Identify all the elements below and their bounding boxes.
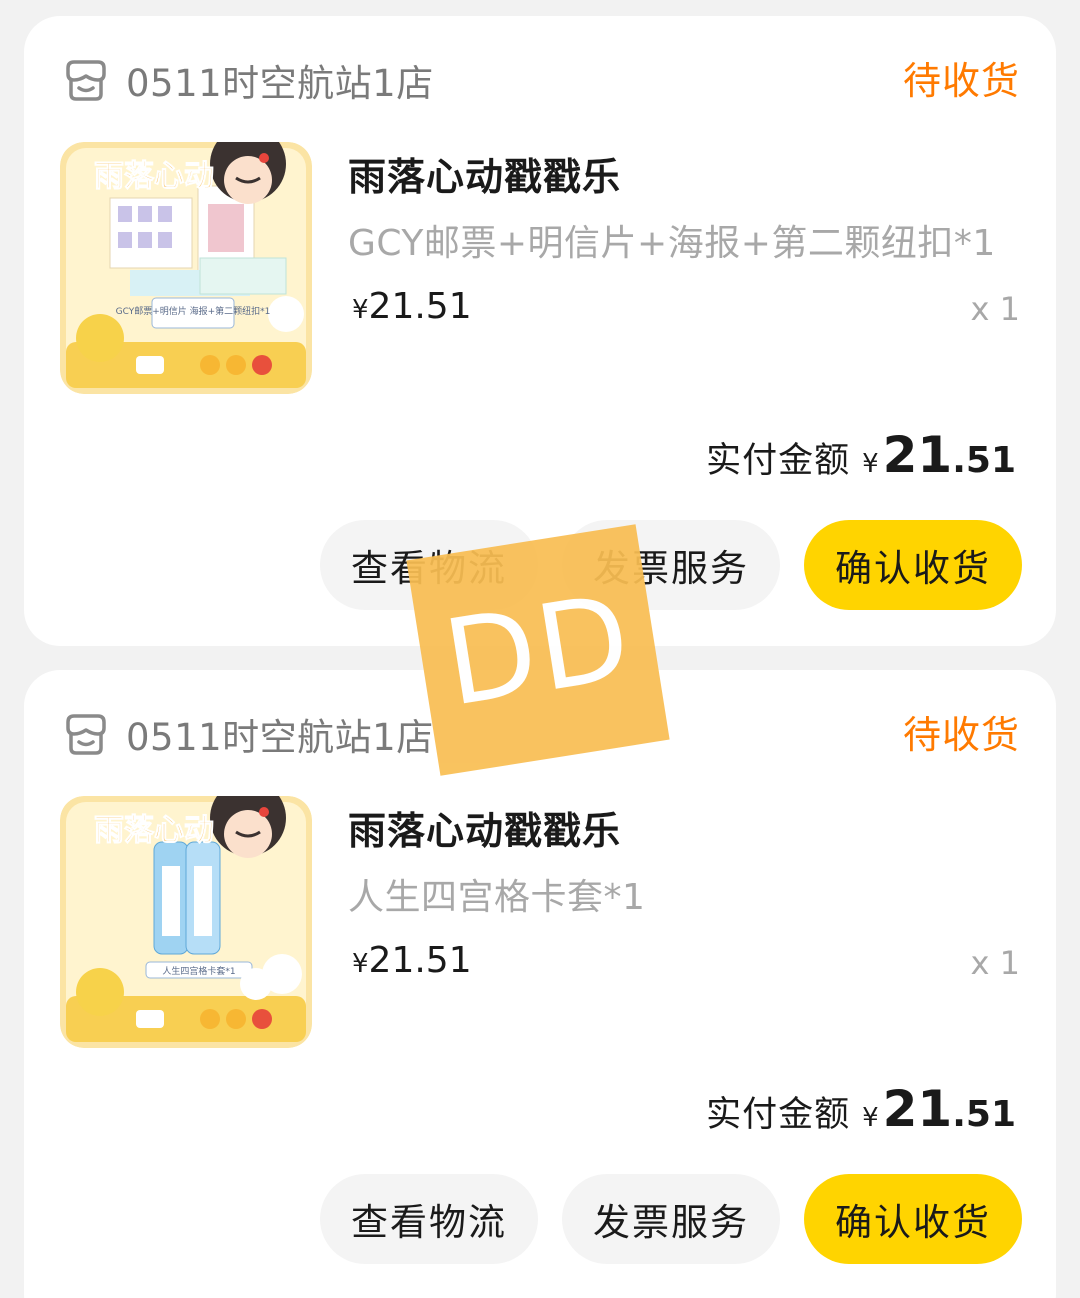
price-currency: ¥	[352, 295, 369, 325]
confirm-receipt-button[interactable]: 确认收货	[804, 520, 1022, 610]
paid-integer: 21	[882, 1080, 953, 1138]
invoice-service-button[interactable]: 发票服务	[562, 1174, 780, 1264]
product-image: 雨落心动 GCY邮票+明信片 海报+第二颗纽扣*1	[60, 142, 312, 394]
paid-amount: 实付金额 ¥ 21 .51	[706, 1080, 1016, 1138]
paid-currency: ¥	[862, 449, 879, 479]
product-price: ¥21.51	[352, 940, 472, 981]
paid-integer: 21	[882, 426, 953, 484]
thumbnail-logo: 雨落心动	[94, 159, 214, 194]
product-thumbnail[interactable]: 雨落心动 GCY邮票+明信片 海报+第二颗纽扣*1	[60, 142, 312, 394]
order-status: 待收货	[902, 713, 1020, 757]
order-status: 待收货	[902, 59, 1020, 103]
price-value: 21.51	[368, 286, 472, 327]
paid-label: 实付金额	[706, 441, 851, 481]
product-title[interactable]: 雨落心动戳戳乐	[348, 146, 621, 201]
paid-decimal: .51	[952, 440, 1016, 481]
order-list-page: 0511时空航站1店 待收货 雨落心动 GCY邮票+明信片 海报+第二颗纽扣*1…	[0, 0, 1080, 1298]
store-icon	[66, 60, 106, 101]
thumbnail-caption: 人生四宫格卡套*1	[162, 965, 235, 977]
paid-currency: ¥	[862, 1103, 879, 1133]
thumbnail-logo: 雨落心动	[94, 813, 214, 848]
store-icon	[66, 714, 106, 755]
product-thumbnail[interactable]: 雨落心动 人生四宫格卡套*1	[60, 796, 312, 1048]
confirm-receipt-button[interactable]: 确认收货	[804, 1174, 1022, 1264]
order-card[interactable]: 0511时空航站1店 待收货	[24, 670, 1056, 1298]
floating-dd-badge[interactable]: DD	[406, 524, 670, 776]
product-quantity: x 1	[970, 290, 1020, 328]
product-price: ¥21.51	[352, 286, 472, 327]
product-quantity: x 1	[970, 944, 1020, 982]
thumbnail-caption: GCY邮票+明信片 海报+第二颗纽扣*1	[116, 305, 271, 317]
view-logistics-button[interactable]: 查看物流	[320, 1174, 538, 1264]
store-name[interactable]: 0511时空航站1店	[126, 53, 434, 107]
paid-decimal: .51	[952, 1094, 1016, 1135]
product-title[interactable]: 雨落心动戳戳乐	[348, 800, 621, 855]
price-currency: ¥	[352, 949, 369, 979]
store-name[interactable]: 0511时空航站1店	[126, 707, 434, 761]
paid-amount: 实付金额 ¥ 21 .51	[706, 426, 1016, 484]
product-spec: GCY邮票+明信片+海报+第二颗纽扣*1	[348, 223, 996, 264]
price-value: 21.51	[368, 940, 472, 981]
product-image: 雨落心动 人生四宫格卡套*1	[60, 796, 312, 1048]
product-spec: 人生四宫格卡套*1	[348, 877, 646, 918]
store-row[interactable]: 0511时空航站1店	[60, 706, 434, 762]
paid-label: 实付金额	[706, 1095, 851, 1135]
store-row[interactable]: 0511时空航站1店	[60, 52, 434, 108]
